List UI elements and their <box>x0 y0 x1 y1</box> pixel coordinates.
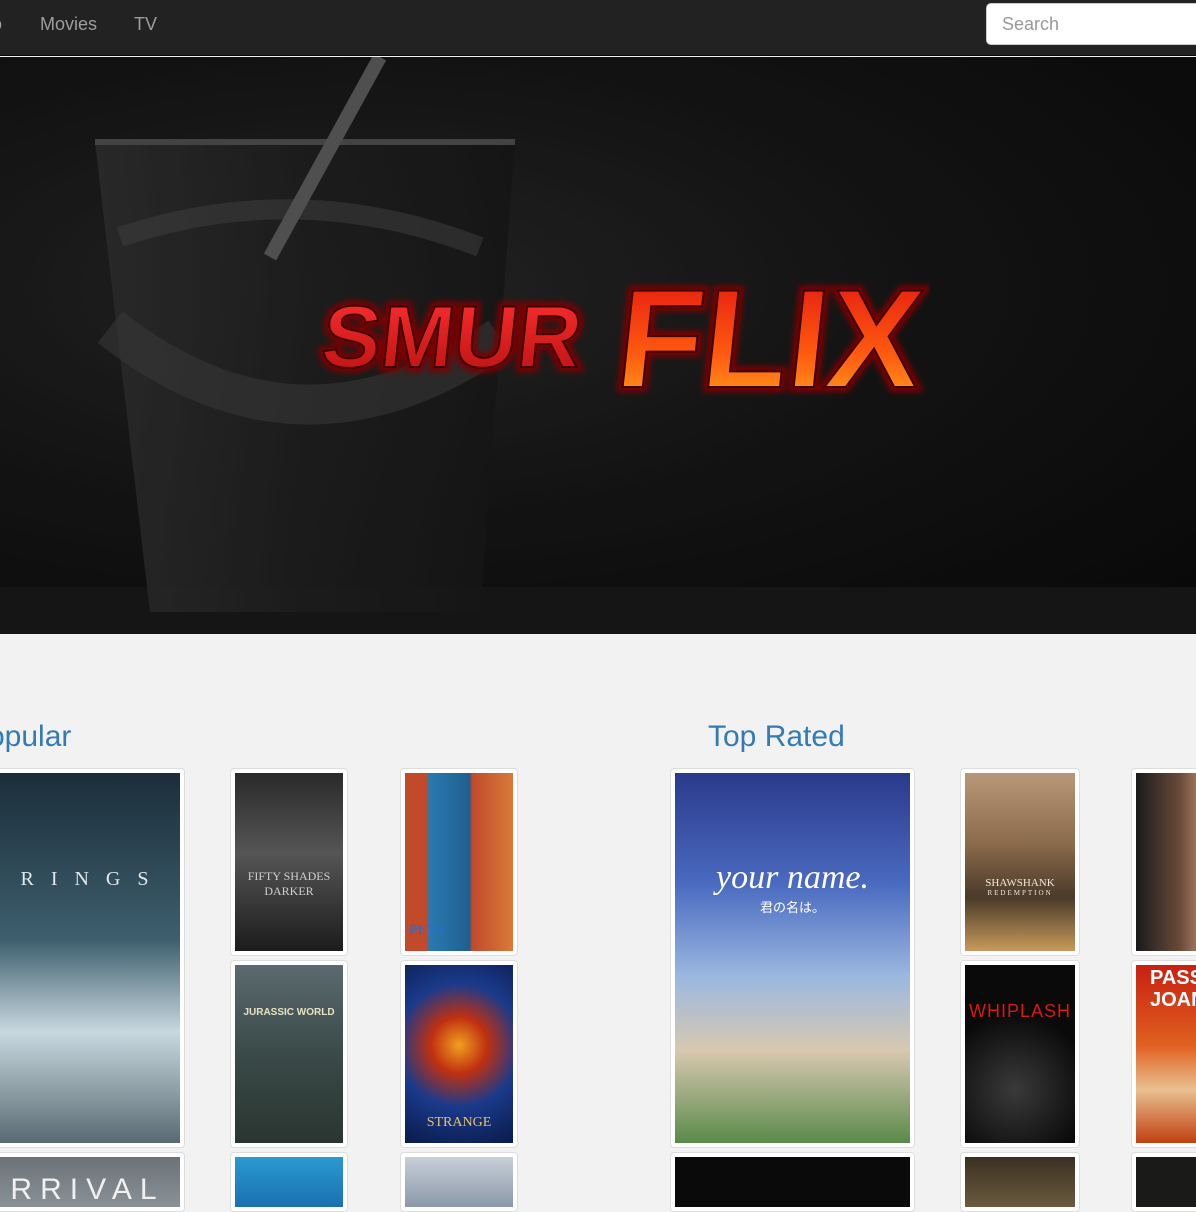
navbar: o Movies TV <box>0 0 1196 56</box>
rings-poster-image: R I N G S <box>0 773 180 1143</box>
top-rated-poster-sepia[interactable] <box>960 1152 1080 1212</box>
shawshank-poster-image: SHAWSHANK REDEMPTION <box>965 773 1075 951</box>
logo-smur-text: SMUR <box>317 287 586 386</box>
smurflix-logo: SMUR SMUR FLIX FLIX <box>312 255 930 417</box>
snow-poster-image <box>405 1157 513 1207</box>
popular-poster-rings[interactable]: R I N G S <box>0 768 185 1148</box>
popular-poster-snow[interactable] <box>400 1152 518 1212</box>
top-rated-poster-godfather[interactable] <box>1131 768 1196 956</box>
popular-poster-fifty-shades[interactable]: FIFTY SHADES DARKER <box>230 768 348 956</box>
whiplash-poster-image: WHIPLASH <box>965 965 1075 1143</box>
logo-flix-text: FLIX <box>610 260 930 417</box>
top-rated-poster-dark[interactable] <box>670 1152 915 1212</box>
popular-poster-pets[interactable]: PETS <box>400 768 518 956</box>
top-rated-poster-your-name[interactable]: your name. 君の名は。 <box>670 768 915 1148</box>
pets-poster-image: PETS <box>405 773 513 951</box>
nav-movies-link[interactable]: Movies <box>40 12 97 36</box>
dark-poster-2-image <box>1136 1157 1196 1207</box>
sepia-poster-image <box>965 1157 1075 1207</box>
popular-poster-jurassic-world[interactable]: JURASSIC WORLD <box>230 960 348 1148</box>
jurassic-world-poster-image: JURASSIC WORLD <box>235 965 343 1143</box>
doctor-strange-poster-image: STRANGE <box>405 965 513 1143</box>
nav-tv-link[interactable]: TV <box>134 12 157 36</box>
top-rated-poster-shawshank[interactable]: SHAWSHANK REDEMPTION <box>960 768 1080 956</box>
popular-poster-doctor-strange[interactable]: STRANGE <box>400 960 518 1148</box>
godfather-poster-image <box>1136 773 1196 951</box>
fifty-shades-poster-image: FIFTY SHADES DARKER <box>235 773 343 951</box>
your-name-poster-image: your name. 君の名は。 <box>675 773 910 1143</box>
search-input[interactable] <box>986 3 1196 45</box>
passion-joan-poster-image: PASS JOAN <box>1136 965 1196 1143</box>
top-rated-poster-dark-2[interactable] <box>1131 1152 1196 1212</box>
ocean-poster-image <box>235 1157 343 1207</box>
popular-poster-arrival[interactable]: RRIVAL <box>0 1152 185 1212</box>
top-rated-poster-passion-joan[interactable]: PASS JOAN <box>1131 960 1196 1148</box>
nav-brand-link[interactable]: o <box>0 12 2 36</box>
dark-poster-image <box>675 1157 910 1207</box>
arrival-poster-image: RRIVAL <box>0 1157 180 1207</box>
popular-poster-ocean[interactable] <box>230 1152 348 1212</box>
top-rated-poster-whiplash[interactable]: WHIPLASH <box>960 960 1080 1148</box>
top-rated-section-title: Top Rated <box>708 720 845 753</box>
hero-banner: SMUR SMUR FLIX FLIX <box>0 57 1196 634</box>
popular-section-title: opular <box>0 720 72 753</box>
